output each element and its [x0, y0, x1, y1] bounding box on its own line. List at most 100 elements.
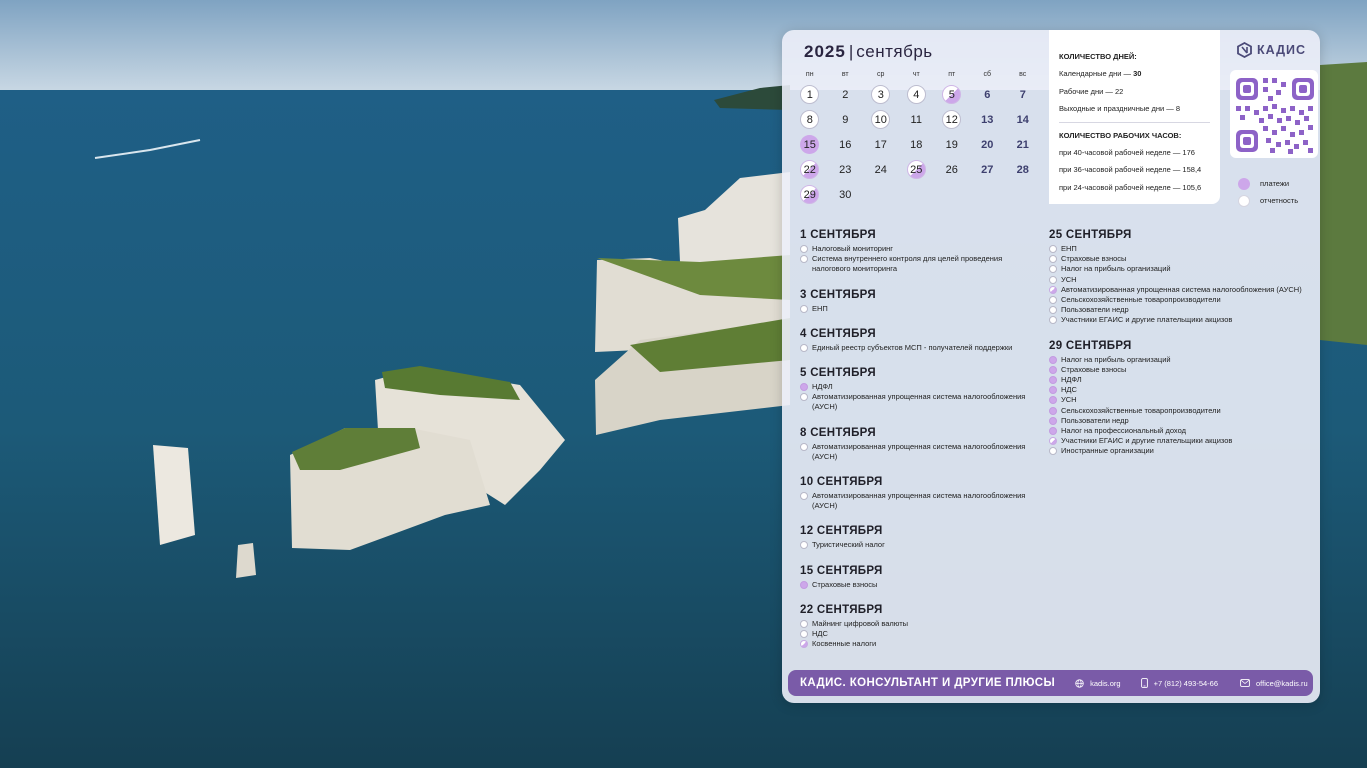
- event-item-label: НДФЛ: [812, 382, 833, 392]
- event-item-label: Автоматизированная упрощенная система на…: [1061, 284, 1302, 294]
- calendar-day-number: 24: [874, 163, 887, 176]
- calendar-day-22[interactable]: 22: [792, 157, 828, 182]
- calendar-day-9[interactable]: 9: [828, 107, 864, 132]
- event-item-label: Налог на прибыль организаций: [1061, 264, 1171, 274]
- calendar-day-2[interactable]: 2: [828, 82, 864, 107]
- logo-text: КАДИС: [1257, 43, 1307, 57]
- calendar-day-14[interactable]: 14: [1005, 107, 1041, 132]
- calendar-day-12[interactable]: 12: [934, 107, 970, 132]
- payment-dot-icon: [1049, 396, 1057, 405]
- event-item-label: НДФЛ: [1061, 375, 1082, 385]
- event-item-label: Иностранные организации: [1061, 446, 1154, 456]
- calendar-day-26[interactable]: 26: [934, 157, 970, 182]
- calendar-day-17[interactable]: 17: [863, 132, 899, 157]
- calendar-day-5[interactable]: 5: [934, 82, 970, 107]
- calendar-day-25[interactable]: 25: [899, 157, 935, 182]
- payment-report-dot-icon: [1049, 285, 1057, 294]
- event-date: 4 СЕНТЯБРЯ: [800, 327, 876, 340]
- calendar-day-number: 4: [906, 85, 926, 104]
- calendar-day-16[interactable]: 16: [828, 132, 864, 157]
- event-item-label: НДС: [1061, 385, 1077, 395]
- calendar-day-11[interactable]: 11: [899, 107, 935, 132]
- calendar-month: сентябрь: [856, 42, 933, 61]
- report-dot-icon: [800, 442, 808, 451]
- event-item: Майнинг цифровой валюты: [800, 619, 1040, 629]
- calendar-day-19[interactable]: 19: [934, 132, 970, 157]
- calendar-day-4[interactable]: 4: [899, 82, 935, 107]
- event-item: Пользователи недр: [1049, 416, 1311, 426]
- calendar-day-15[interactable]: 15: [792, 132, 828, 157]
- kadis-logo: КАДИС: [1237, 42, 1306, 58]
- working-hours-title: КОЛИЧЕСТВО РАБОЧИХ ЧАСОВ:: [1059, 130, 1182, 140]
- report-dot-icon: [800, 393, 808, 402]
- calendar-day-number: 28: [1016, 163, 1029, 176]
- calendar-day-3[interactable]: 3: [863, 82, 899, 107]
- report-dot-icon: [800, 245, 808, 253]
- calendar-day-number: 30: [839, 188, 852, 201]
- calendar-day-1[interactable]: 1: [792, 82, 828, 107]
- globe-icon: [1075, 678, 1084, 688]
- qr-code[interactable]: [1230, 70, 1318, 158]
- event-item: ЕНП: [800, 304, 1040, 314]
- calendar-day-number: 7: [1019, 88, 1026, 101]
- event-item-label: Страховые взносы: [1061, 254, 1127, 264]
- calendar-day-10[interactable]: 10: [863, 107, 899, 132]
- legend-payments: платежи: [1238, 175, 1298, 192]
- report-dot-icon: [1049, 255, 1057, 264]
- calendar-day-number: 13: [981, 113, 994, 126]
- event-item-label: Туристический налог: [812, 540, 885, 550]
- weekday-label: пн: [805, 71, 814, 78]
- calendar-day-24[interactable]: 24: [863, 157, 899, 182]
- report-dot-icon: [800, 343, 808, 352]
- event-group: 15 СЕНТЯБРЯ Страховые взносы: [800, 564, 1040, 590]
- calendar-day-8[interactable]: 8: [792, 107, 828, 132]
- report-dot-icon: [800, 630, 808, 639]
- report-dot-icon: [1049, 296, 1057, 305]
- event-group: 25 СЕНТЯБРЯ ЕНП Страховые взносы Налог на п…: [1049, 228, 1311, 326]
- footer-email-link[interactable]: office@kadis.ru: [1240, 679, 1308, 688]
- calendar-day-number: 9: [842, 113, 849, 126]
- event-item: Автоматизированная упрощенная система на…: [800, 491, 1040, 511]
- report-dot-icon: [1049, 275, 1057, 284]
- calendar-day-27[interactable]: 27: [970, 157, 1006, 182]
- event-item: Страховые взносы: [800, 580, 1040, 590]
- event-item-label: Сельскохозяйственные товаропроизводители: [1061, 295, 1221, 305]
- footer-site-link[interactable]: kadis.org: [1075, 678, 1121, 688]
- calendar-day-18[interactable]: 18: [899, 132, 935, 157]
- calendar-day-21[interactable]: 21: [1005, 132, 1041, 157]
- calendar-day-20[interactable]: 20: [970, 132, 1006, 157]
- calendar-day-number: 29: [800, 185, 820, 204]
- calendar-day-7[interactable]: 7: [1005, 82, 1041, 107]
- event-item-label: Автоматизированная упрощенная система на…: [812, 491, 1026, 511]
- event-date: 29 СЕНТЯБРЯ: [1049, 339, 1132, 352]
- calendar-day-number: 8: [800, 110, 820, 129]
- event-item: УСН: [1049, 275, 1311, 285]
- calendar-day-number: 1: [800, 85, 820, 104]
- events-column-left: 1 СЕНТЯБРЯ Налоговый мониторинг Система вн…: [800, 228, 1040, 662]
- event-item-label: Налоговый мониторинг: [812, 244, 894, 253]
- calendar-day-number: 26: [945, 163, 958, 176]
- event-item-label: Страховые взносы: [812, 579, 878, 589]
- calendar-day-23[interactable]: 23: [828, 157, 864, 182]
- event-item-label: Автоматизированная упрощенная система на…: [812, 392, 1026, 412]
- event-item: Туристический налог: [800, 540, 1040, 550]
- event-item: Участники ЕГАИС и другие плательщики акц…: [1049, 315, 1311, 325]
- event-item: Сельскохозяйственные товаропроизводители: [1049, 295, 1311, 305]
- stat-working-days: Рабочие дни — 22: [1059, 86, 1124, 96]
- event-date: 25 СЕНТЯБРЯ: [1049, 229, 1132, 241]
- calendar-day-number: 12: [942, 110, 962, 129]
- calendar-day-13[interactable]: 13: [970, 107, 1006, 132]
- calendar-day-number: 17: [874, 138, 887, 151]
- calendar-day-6[interactable]: 6: [970, 82, 1006, 107]
- footer-phone-link[interactable]: +7 (812) 493-54-66: [1140, 678, 1218, 688]
- event-item: Автоматизированная упрощенная система на…: [800, 392, 1040, 412]
- payment-report-dot-icon: [800, 640, 808, 649]
- event-date: 12 СЕНТЯБРЯ: [800, 525, 883, 538]
- event-item: Автоматизированная упрощенная система на…: [800, 442, 1040, 462]
- calendar-day-29[interactable]: 29: [792, 182, 828, 207]
- event-item: НДС: [800, 629, 1040, 639]
- event-date: 10 СЕНТЯБРЯ: [800, 476, 883, 489]
- event-group: 12 СЕНТЯБРЯ Туристический налог: [800, 524, 1040, 550]
- calendar-day-28[interactable]: 28: [1005, 157, 1041, 182]
- calendar-day-30[interactable]: 30: [828, 182, 864, 207]
